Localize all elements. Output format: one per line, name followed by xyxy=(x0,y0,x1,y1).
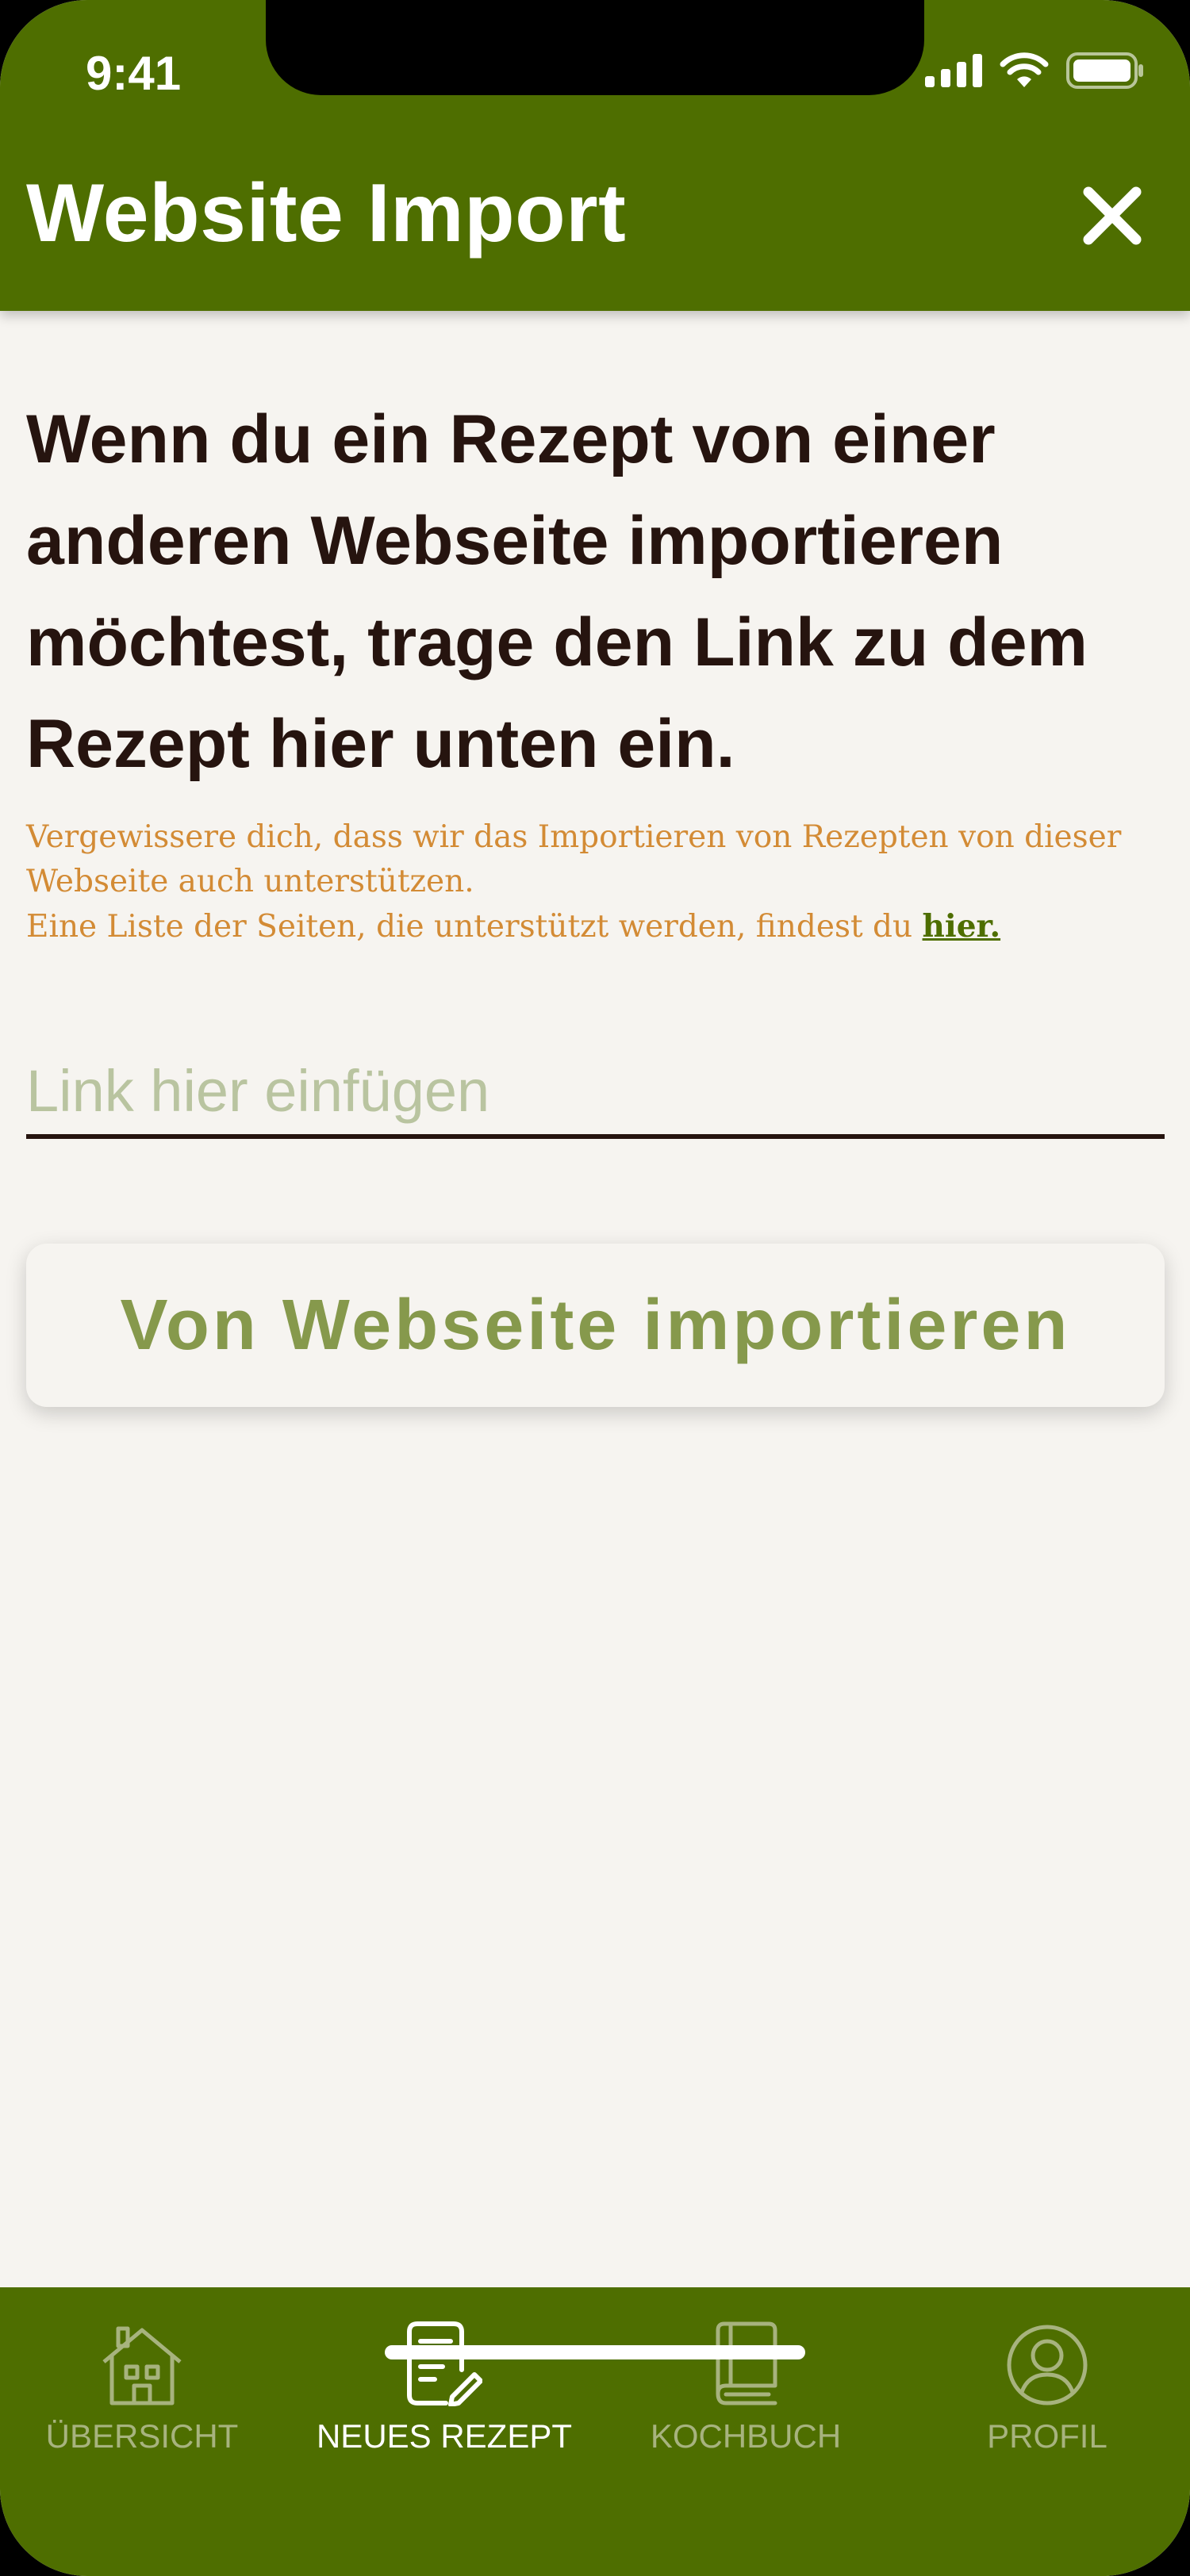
support-info-text: Vergewissere dich, dass wir das Importie… xyxy=(26,819,1122,899)
support-info: Vergewissere dich, dass wir das Importie… xyxy=(26,815,1169,949)
import-from-website-button[interactable]: Von Webseite importieren xyxy=(26,1244,1165,1407)
new-recipe-icon xyxy=(407,2321,482,2406)
close-icon xyxy=(1083,186,1142,245)
battery-icon xyxy=(1066,52,1143,89)
nav-label-profil: PROFIL xyxy=(987,2417,1107,2455)
profile-icon xyxy=(1007,2325,1088,2405)
home-indicator[interactable] xyxy=(385,2345,805,2359)
supported-sites-link[interactable]: hier. xyxy=(923,908,1001,945)
close-button[interactable] xyxy=(1073,176,1152,255)
bottom-navigation: ÜBERSICHT NEUES REZEPT KOCHBUCH PROFIL xyxy=(0,2287,1190,2576)
home-icon xyxy=(102,2326,182,2405)
page-title: Website Import xyxy=(26,167,627,259)
cookbook-icon xyxy=(716,2321,777,2405)
phone-screen: 9:41 Website Import Wenn du ein Rezept v… xyxy=(0,0,1190,2576)
nav-item-kochbuch[interactable]: KOCHBUCH xyxy=(603,2311,889,2470)
nav-label-neues-rezept: NEUES REZEPT xyxy=(316,2417,573,2455)
nav-label-kochbuch: KOCHBUCH xyxy=(650,2417,842,2455)
instruction-headline: Wenn du ein Rezept von einer anderen Web… xyxy=(26,401,1088,782)
status-time: 9:41 xyxy=(86,47,182,100)
wifi-icon xyxy=(1000,52,1049,87)
device-notch xyxy=(266,0,924,95)
nav-item-uebersicht[interactable]: ÜBERSICHT xyxy=(0,2311,285,2470)
nav-item-neues-rezept[interactable]: NEUES REZEPT xyxy=(301,2311,587,2470)
nav-label-uebersicht: ÜBERSICHT xyxy=(45,2417,239,2455)
supported-sites-text: Eine Liste der Seiten, die unterstützt w… xyxy=(26,909,923,945)
nav-item-profil[interactable]: PROFIL xyxy=(904,2311,1190,2470)
cellular-signal-icon xyxy=(925,54,982,87)
status-icons xyxy=(925,52,1144,89)
app-header: 9:41 Website Import xyxy=(0,0,1190,311)
link-input[interactable] xyxy=(26,1047,1165,1139)
